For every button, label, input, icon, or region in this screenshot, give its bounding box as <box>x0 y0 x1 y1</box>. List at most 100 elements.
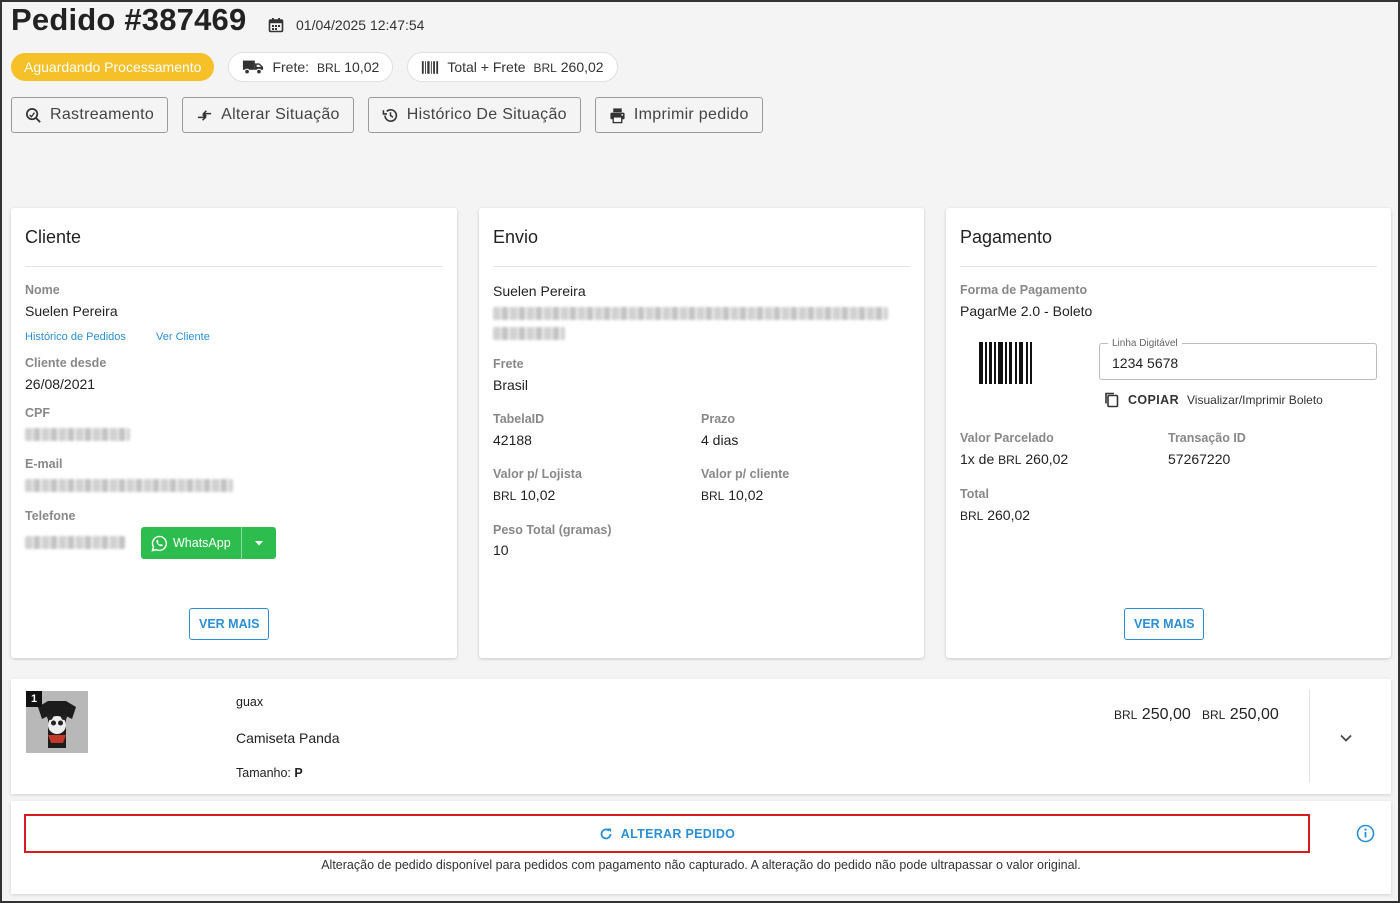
envio-title: Envio <box>493 227 539 247</box>
envio-card: Envio Suelen Pereira Frete Brasil Tabela… <box>479 208 924 658</box>
divider <box>1309 689 1310 783</box>
item-total: BRL 250,00 <box>1202 706 1279 723</box>
item-quantity-badge: 1 <box>26 691 42 707</box>
divider <box>960 266 1377 267</box>
endereco-redacted-2 <box>493 327 565 340</box>
total-value: 260,02 <box>560 59 604 75</box>
forma-pagamento-value: PagarMe 2.0 - Boleto <box>960 303 1093 319</box>
order-summary-chips: Aguardando Processamento Frete: BRL 10,0… <box>11 52 618 82</box>
imprimir-pedido-button[interactable]: Imprimir pedido <box>594 97 763 133</box>
valor-cliente-value: BRL 10,02 <box>701 487 764 503</box>
peso-value: 10 <box>493 542 509 558</box>
history-icon <box>382 108 397 122</box>
pagamento-card: Pagamento Forma de Pagamento PagarMe 2.0… <box>946 208 1391 658</box>
cliente-desde-label: Cliente desde <box>25 356 107 370</box>
nome-label: Nome <box>25 283 60 297</box>
valor-parcelado-label: Valor Parcelado <box>960 431 1054 445</box>
linha-digitavel-label: Linha Digitável <box>1108 338 1182 349</box>
historico-situacao-label: Histórico De Situação <box>406 106 567 123</box>
transacao-label: Transação ID <box>1168 431 1246 445</box>
total-chip: Total + Frete BRL 260,02 <box>407 52 618 82</box>
divider <box>25 266 443 267</box>
whatsapp-icon <box>151 535 168 552</box>
visualizar-boleto-link[interactable]: Visualizar/Imprimir Boleto <box>1187 393 1323 407</box>
whatsapp-label: WhatsApp <box>173 536 231 550</box>
total-currency: BRL <box>533 61 557 75</box>
copy-icon[interactable] <box>1103 391 1120 408</box>
historico-pedidos-link[interactable]: Histórico de Pedidos <box>25 331 126 343</box>
frete-value: 10,02 <box>344 59 380 75</box>
endereco-redacted <box>493 307 888 320</box>
boleto-actions: COPIAR Visualizar/Imprimir Boleto <box>1103 391 1323 408</box>
pagamento-total-value: BRL 260,02 <box>960 507 1031 523</box>
transacao-value: 57267220 <box>1168 451 1231 467</box>
historico-situacao-button[interactable]: Histórico De Situação <box>367 97 581 133</box>
printer-icon <box>610 107 625 123</box>
alterar-pedido-note: Alteração de pedido disponível para pedi… <box>321 858 1081 872</box>
alterar-situacao-button[interactable]: Alterar Situação <box>182 97 354 133</box>
divider <box>493 266 910 267</box>
cliente-card: Cliente Nome Suelen Pereira Histórico de… <box>11 208 457 658</box>
caret-down-icon <box>254 541 263 546</box>
truck-icon <box>243 60 264 75</box>
cliente-nome: Suelen Pereira <box>25 303 118 319</box>
email-label: E-mail <box>25 457 63 471</box>
cliente-ver-mais-button[interactable]: VER MAIS <box>189 608 270 640</box>
alterar-pedido-label: ALTERAR PEDIDO <box>620 826 736 841</box>
frete-label: Frete: <box>272 59 310 75</box>
envio-nome: Suelen Pereira <box>493 283 586 299</box>
forma-pagamento-label: Forma de Pagamento <box>960 283 1088 297</box>
prazo-value: 4 dias <box>701 432 739 448</box>
whatsapp-button[interactable]: WhatsApp <box>141 527 241 559</box>
prazo-label: Prazo <box>701 412 736 426</box>
valor-lojista-value: BRL 10,02 <box>493 487 556 503</box>
item-brand: guax <box>236 695 264 709</box>
alterar-pedido-button[interactable]: ALTERAR PEDIDO <box>24 814 1310 853</box>
linha-digitavel-value: 1234 5678 <box>1112 355 1179 371</box>
frete-currency: BRL <box>317 61 341 75</box>
item-size: Tamanho: P <box>236 766 303 780</box>
product-thumbnail[interactable]: 1 <box>26 691 88 753</box>
frete-label: Frete <box>493 357 524 371</box>
order-item-row: 1 guax Camiseta Panda Tamanho: P BRL 250… <box>11 679 1391 794</box>
item-name: Camiseta Panda <box>236 730 340 746</box>
tracking-search-icon <box>26 107 41 123</box>
tabela-value: 42188 <box>493 432 532 448</box>
page-title: Pedido #387469 <box>11 2 247 37</box>
info-icon[interactable] <box>1356 824 1375 843</box>
calendar-icon <box>268 18 284 33</box>
rastreamento-label: Rastreamento <box>50 106 155 123</box>
alterar-pedido-section: ALTERAR PEDIDO Alteração de pedido dispo… <box>11 801 1391 894</box>
valor-parcelado-value: 1x de BRL 260,02 <box>960 451 1069 467</box>
pagamento-ver-mais-button[interactable]: VER MAIS <box>1124 608 1205 640</box>
peso-label: Peso Total (gramas) <box>493 523 612 537</box>
telefone-label: Telefone <box>25 509 76 523</box>
cpf-label: CPF <box>25 406 50 420</box>
alterar-situacao-label: Alterar Situação <box>221 106 340 123</box>
telefone-redacted <box>25 536 125 549</box>
linha-digitavel-field[interactable]: Linha Digitável 1234 5678 <box>1099 338 1377 380</box>
copiar-button[interactable]: COPIAR <box>1128 393 1179 407</box>
rastreamento-button[interactable]: Rastreamento <box>11 97 169 133</box>
order-date: 01/04/2025 12:47:54 <box>268 17 424 33</box>
whatsapp-button-group: WhatsApp <box>141 527 276 559</box>
chevron-down-icon[interactable] <box>1339 731 1353 745</box>
imprimir-pedido-label: Imprimir pedido <box>633 106 749 123</box>
cliente-desde-value: 26/08/2021 <box>25 376 96 392</box>
refresh-icon <box>600 828 612 839</box>
swap-arrows-icon <box>197 109 212 121</box>
pagamento-title: Pagamento <box>960 227 1053 247</box>
pagamento-total-label: Total <box>960 487 989 501</box>
barcode-icon <box>979 342 1032 384</box>
total-label: Total + Frete <box>447 59 526 75</box>
email-redacted <box>25 479 233 492</box>
ver-cliente-link[interactable]: Ver Cliente <box>156 331 210 343</box>
cliente-title: Cliente <box>25 227 82 247</box>
item-price: BRL 250,00 <box>1114 706 1191 723</box>
action-toolbar: Rastreamento Alterar Situação Histórico … <box>11 97 763 133</box>
cpf-redacted <box>25 428 130 441</box>
whatsapp-dropdown-button[interactable] <box>240 527 276 559</box>
tabela-label: TabelaID <box>493 412 545 426</box>
frete-chip: Frete: BRL 10,02 <box>228 52 394 82</box>
order-datetime: 01/04/2025 12:47:54 <box>296 17 425 33</box>
